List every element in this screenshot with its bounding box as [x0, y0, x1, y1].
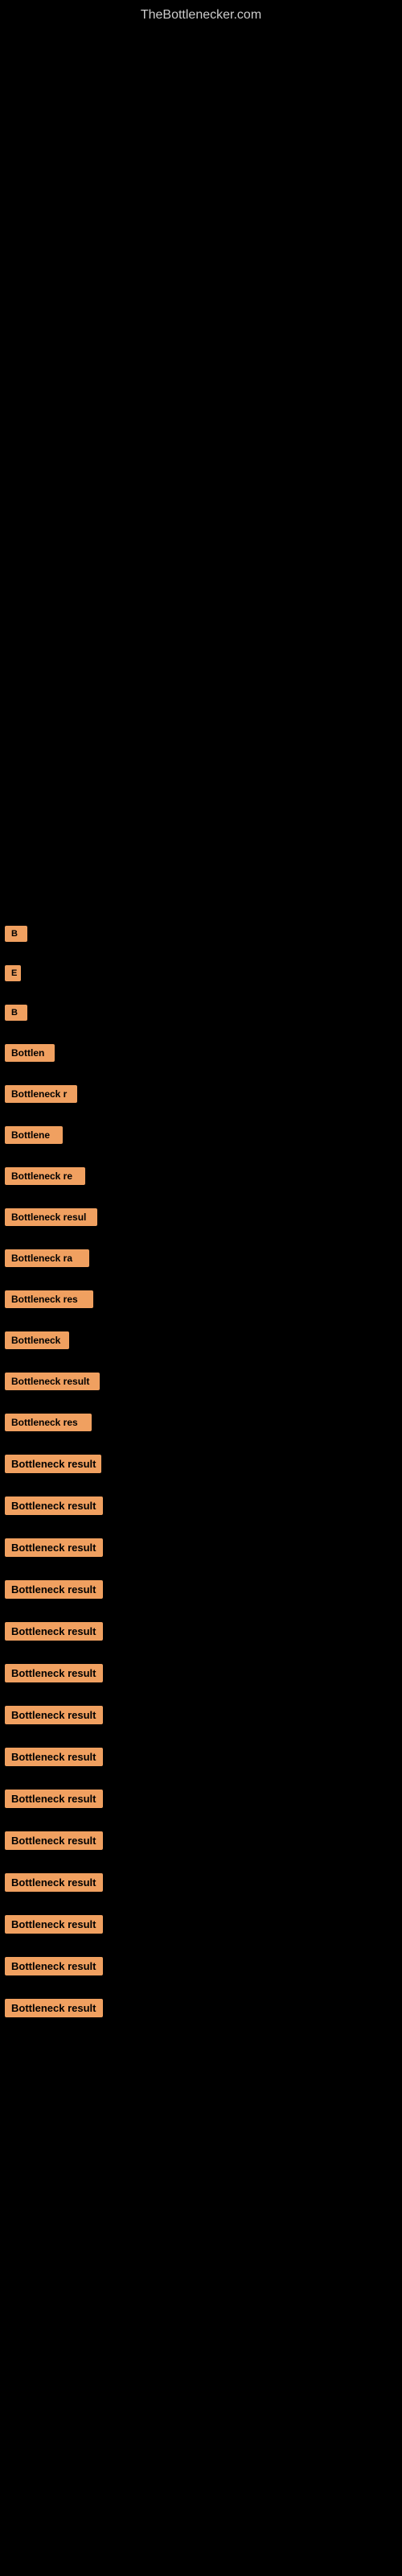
list-item[interactable]: Bottlene	[2, 1117, 402, 1158]
list-item[interactable]: Bottleneck result	[2, 1738, 402, 1780]
list-item[interactable]: B	[2, 995, 402, 1034]
suggestions-container: B E B Bottlen Bottleneck r Bottlene Bott…	[0, 916, 402, 2031]
list-item[interactable]: Bottleneck re	[2, 1158, 402, 1199]
list-item[interactable]: Bottleneck r	[2, 1075, 402, 1117]
list-item[interactable]: B	[2, 916, 402, 956]
list-item[interactable]: Bottleneck result	[2, 1905, 402, 1947]
list-item[interactable]: Bottleneck result	[2, 1864, 402, 1905]
list-item[interactable]: Bottleneck result	[2, 1487, 402, 1529]
list-item[interactable]: Bottleneck result	[2, 1445, 402, 1487]
list-item[interactable]: Bottleneck result	[2, 1822, 402, 1864]
list-item[interactable]: Bottleneck result	[2, 1654, 402, 1696]
list-item[interactable]: Bottleneck result	[2, 1612, 402, 1654]
list-item[interactable]: Bottleneck result	[2, 1571, 402, 1612]
list-item[interactable]: Bottleneck result	[2, 1989, 402, 2031]
site-title: TheBottlenecker.com	[0, 0, 402, 31]
list-item[interactable]: Bottleneck resul	[2, 1199, 402, 1240]
list-item[interactable]: Bottleneck result	[2, 1947, 402, 1989]
list-item[interactable]: Bottlen	[2, 1034, 402, 1075]
list-item[interactable]: E	[2, 956, 402, 995]
list-item[interactable]: Bottleneck	[2, 1322, 402, 1363]
list-item[interactable]: Bottleneck result	[2, 1529, 402, 1571]
list-item[interactable]: Bottleneck res	[2, 1404, 402, 1445]
list-item[interactable]: Bottleneck result	[2, 1696, 402, 1738]
list-item[interactable]: Bottleneck res	[2, 1281, 402, 1322]
list-item[interactable]: Bottleneck result	[2, 1363, 402, 1404]
list-item[interactable]: Bottleneck result	[2, 1780, 402, 1822]
list-item[interactable]: Bottleneck ra	[2, 1240, 402, 1281]
